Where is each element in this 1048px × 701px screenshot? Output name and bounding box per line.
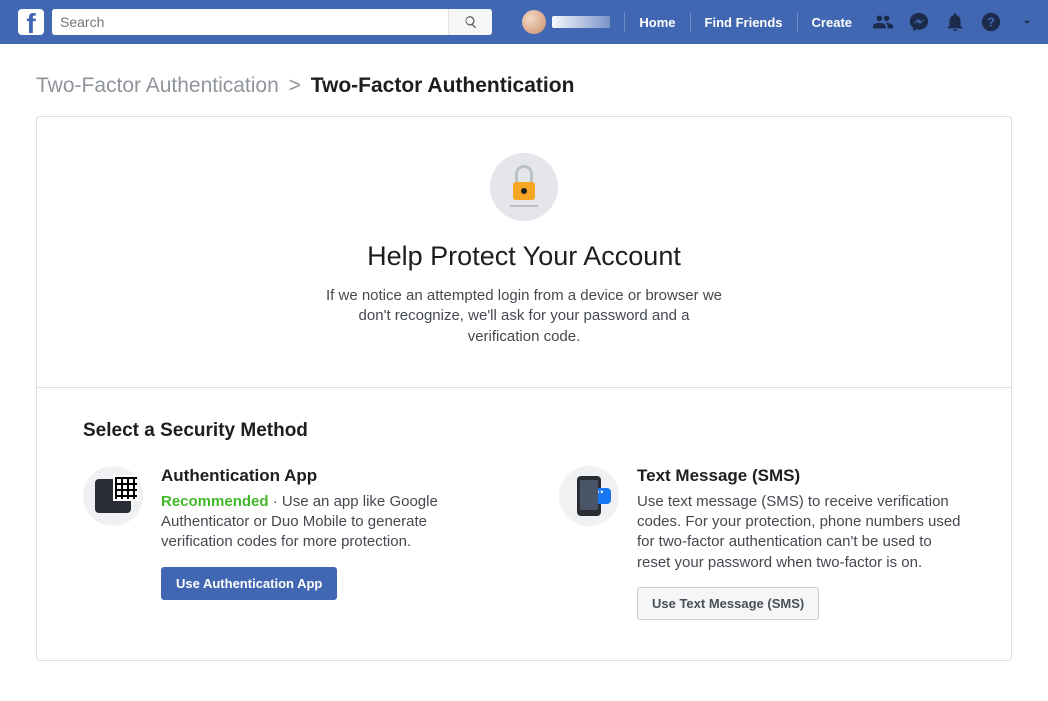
auth-app-icon <box>83 466 143 526</box>
auth-app-desc: Recommended · Use an app like Google Aut… <box>161 492 489 553</box>
friend-requests-icon[interactable] <box>872 11 894 33</box>
sms-title: Text Message (SMS) <box>637 466 965 486</box>
main-card: Help Protect Your Account If we notice a… <box>36 116 1012 661</box>
breadcrumb-parent[interactable]: Two-Factor Authentication <box>36 74 279 97</box>
search-wrap <box>52 9 492 35</box>
topbar: f Home Find Friends Create ? <box>0 0 1048 44</box>
nav-create[interactable]: Create <box>806 15 858 30</box>
help-icon[interactable]: ? <box>980 11 1002 33</box>
search-icon <box>464 15 478 29</box>
avatar[interactable] <box>522 10 546 34</box>
dropdown-icon[interactable] <box>1016 11 1038 33</box>
sms-desc: Use text message (SMS) to receive verifi… <box>637 492 965 573</box>
search-button[interactable] <box>448 9 492 35</box>
hero-title: Help Protect Your Account <box>57 241 991 272</box>
method-auth-app: Authentication App Recommended · Use an … <box>83 466 489 620</box>
nav-home[interactable]: Home <box>633 15 681 30</box>
sms-icon <box>559 466 619 526</box>
divider <box>624 12 625 32</box>
hero: Help Protect Your Account If we notice a… <box>37 117 1011 388</box>
divider <box>690 12 691 32</box>
search-input[interactable] <box>52 9 448 35</box>
use-auth-app-button[interactable]: Use Authentication App <box>161 567 337 600</box>
use-sms-button[interactable]: Use Text Message (SMS) <box>637 587 819 620</box>
username[interactable] <box>552 16 610 28</box>
facebook-logo[interactable]: f <box>18 9 44 35</box>
messenger-icon[interactable] <box>908 11 930 33</box>
methods-title: Select a Security Method <box>83 420 965 442</box>
lock-icon <box>490 153 558 221</box>
divider <box>797 12 798 32</box>
nav-find-friends[interactable]: Find Friends <box>699 15 789 30</box>
auth-app-title: Authentication App <box>161 466 489 486</box>
breadcrumb-current: Two-Factor Authentication <box>311 74 575 97</box>
svg-text:?: ? <box>987 15 995 30</box>
breadcrumb-separator: > <box>289 74 301 97</box>
notifications-icon[interactable] <box>944 11 966 33</box>
hero-body: If we notice an attempted login from a d… <box>324 286 724 347</box>
nav-icons: ? <box>872 11 1038 33</box>
breadcrumb: Two-Factor Authentication > Two-Factor A… <box>0 44 1048 116</box>
method-sms: Text Message (SMS) Use text message (SMS… <box>559 466 965 620</box>
methods-section: Select a Security Method Authentication … <box>37 388 1011 660</box>
recommended-label: Recommended <box>161 493 269 510</box>
